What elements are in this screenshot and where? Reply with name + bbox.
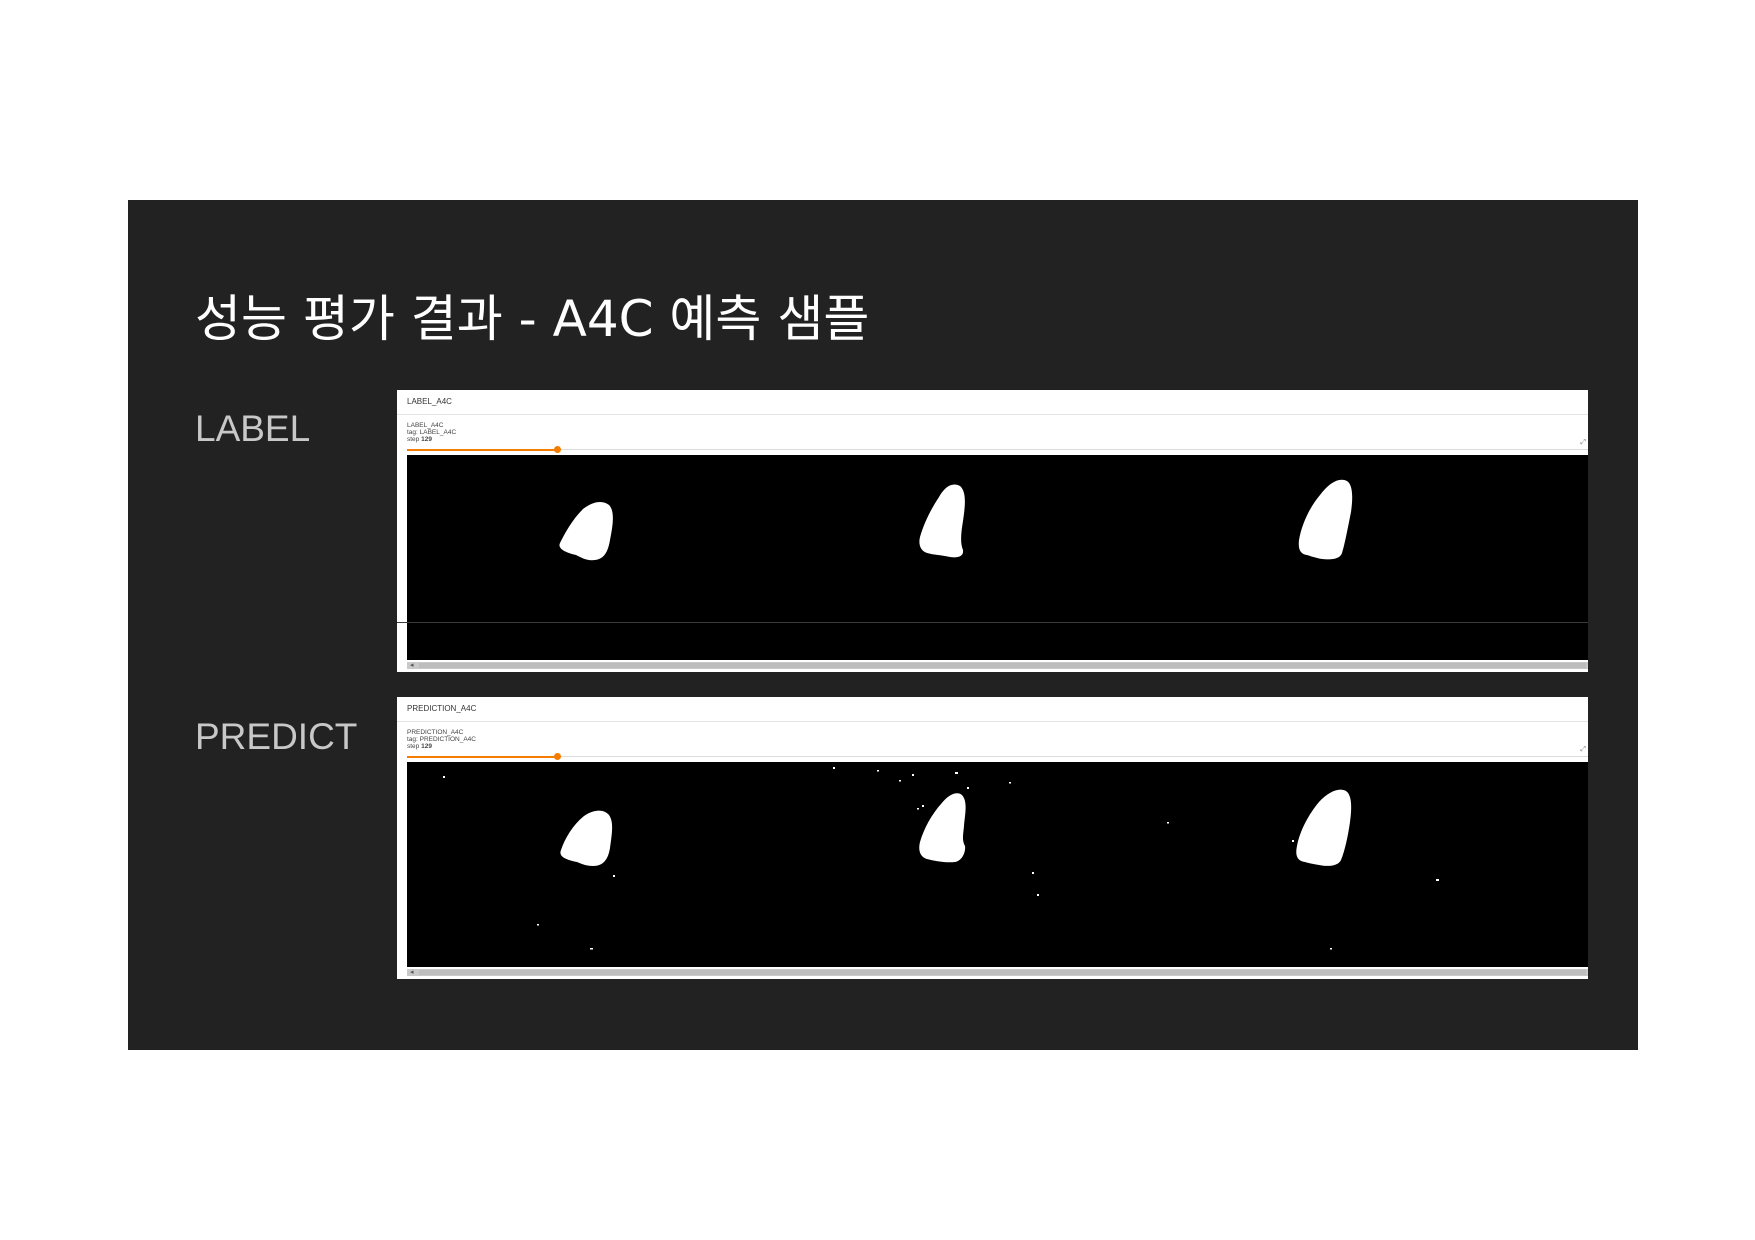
scrollbar-thumb[interactable] [419,970,1586,975]
panel-meta: LABEL_A4C tag: LABEL_A4C step 129 [407,422,456,443]
panel-header: PREDICTION_A4C [407,704,477,713]
label-image-panel: LABEL_A4C LABEL_A4C tag: LABEL_A4C step … [397,390,1588,672]
noise-speck [899,780,901,782]
noise-speck [1167,822,1169,824]
noise-speck [877,770,879,772]
noise-speck [1330,948,1332,950]
meta-step-label: step [407,743,420,750]
label-mask-svg [559,479,1353,561]
mask-shape [1298,479,1353,560]
noise-speck [590,948,593,950]
meta-name: PREDICTION_A4C [407,729,464,736]
meta-step-value: 129 [421,743,432,750]
noise-speck [1009,782,1011,784]
mask-shape [560,810,613,866]
prediction-image-panel: PREDICTION_A4C PREDICTION_A4C tag: PREDI… [397,697,1588,979]
meta-step: step 129 [407,436,456,443]
meta-step: step 129 [407,743,476,750]
row-divider [397,622,1588,623]
expand-icon[interactable]: ⤢ [1580,745,1586,754]
meta-step-value: 129 [421,436,432,443]
row-label-label: LABEL [195,408,311,449]
noise-speck [1032,872,1034,874]
noise-speck [1436,879,1439,881]
panel-header: LABEL_A4C [407,397,452,406]
step-slider[interactable] [407,753,1588,760]
meta-name: LABEL_A4C [407,422,444,429]
scrollbar-thumb[interactable] [419,663,1586,668]
step-slider-handle[interactable] [553,446,561,453]
meta-tag: tag: PREDICTION_A4C [407,736,476,743]
noise-speck [967,787,969,789]
step-slider[interactable] [407,446,1588,453]
noise-speck [443,776,445,778]
step-slider-fill [407,755,557,758]
meta-tag: tag: LABEL_A4C [407,429,457,436]
row-label-predict: PREDICT [195,716,358,757]
prediction-mask-image [407,762,1588,967]
noise-speck [955,772,958,774]
horizontal-scrollbar[interactable]: ◂ [407,968,1588,976]
step-slider-fill [407,448,557,451]
meta-step-label: step [407,436,420,443]
mask-shape [559,501,613,561]
scroll-left-icon[interactable]: ◂ [410,968,414,976]
noise-speck [537,924,539,926]
noise-speck [1037,894,1039,896]
noise-speck [613,875,615,877]
prediction-mask-svg [443,767,1439,950]
panel-meta: PREDICTION_A4C tag: PREDICTION_A4C step … [407,729,476,750]
slide-title: 성능 평가 결과 - A4C 예측 샘플 [195,290,870,348]
mask-shape [919,793,966,863]
expand-icon[interactable]: ⤢ [1580,438,1586,447]
noise-speck [922,805,924,807]
step-slider-handle[interactable] [553,753,561,760]
mask-shape [1296,789,1352,866]
noise-speck [917,808,919,810]
noise-speck [833,767,835,769]
noise-speck [1292,840,1294,842]
scroll-left-icon[interactable]: ◂ [410,661,414,669]
label-mask-image [407,455,1588,660]
noise-speck [912,774,914,776]
horizontal-scrollbar[interactable]: ◂ [407,661,1588,669]
panel-divider [397,414,1588,415]
panel-divider [397,721,1588,722]
mask-shape [919,484,965,558]
